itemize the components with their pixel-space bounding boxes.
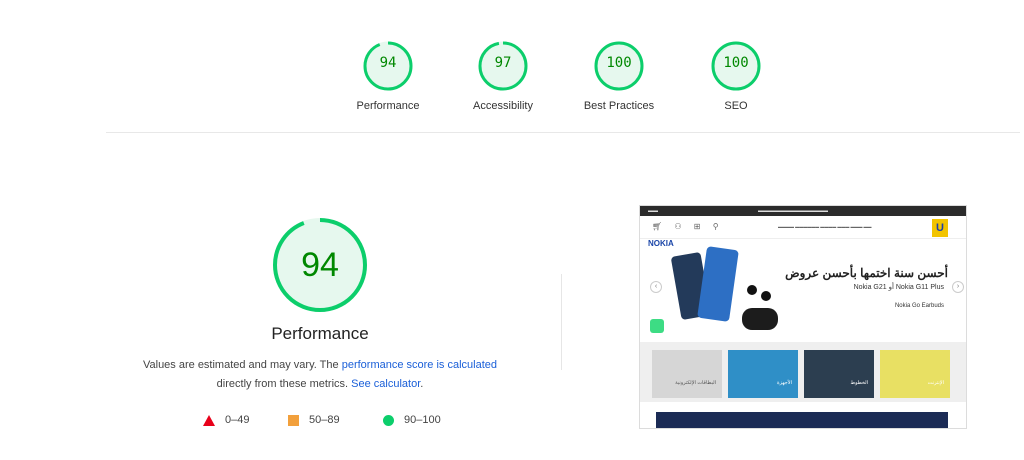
gauge-label: Best Practices	[583, 100, 655, 112]
gauge-label: Performance	[356, 100, 420, 112]
performance-gauge-large: 94	[271, 216, 369, 319]
thumb-logo: U	[932, 219, 948, 237]
cart-icon: 🛒︎ ⚇ ⊞ ⚲	[652, 222, 724, 231]
red-triangle-icon	[203, 414, 215, 426]
legend-range: 0–49	[225, 414, 250, 426]
see-calculator-link[interactable]: See calculator	[351, 378, 420, 390]
legend-range: 90–100	[404, 414, 441, 426]
gauge-seo[interactable]: 100 SEO	[681, 40, 791, 112]
thumb-topbar: ▬▬ ▬▬▬▬▬▬▬▬▬▬▬▬▬▬	[640, 206, 966, 216]
gauge-best-practices[interactable]: 100 Best Practices	[564, 40, 674, 112]
android-icon	[650, 319, 664, 333]
thumb-topbar-text: ▬▬	[648, 208, 658, 214]
green-circle-icon	[383, 414, 394, 426]
carousel-prev-button[interactable]: ‹	[650, 281, 662, 293]
thumb-hero-subtitle: Nokia Go Earbuds	[894, 303, 944, 309]
gauge-score: 100	[723, 55, 749, 71]
final-screenshot-thumbnail: ▬▬ ▬▬▬▬▬▬▬▬▬▬▬▬▬▬ 🛒︎ ⚇ ⊞ ⚲ ▬▬▬▬ ▬▬▬▬▬▬ ▬…	[639, 205, 967, 429]
thumb-navbar: 🛒︎ ⚇ ⊞ ⚲ ▬▬▬▬ ▬▬▬▬▬▬ ▬▬▬▬ ▬▬▬ ▬▬▬ ▬▬ U	[640, 216, 966, 239]
thumb-topbar-text: ▬▬▬▬▬▬▬▬▬▬▬▬▬▬	[758, 208, 828, 214]
legend-fail: 0–49	[203, 414, 249, 426]
legend-average: 50–89	[288, 414, 340, 426]
category-gauges: 94 Performance 97 Accessibility 100 Best…	[0, 40, 1024, 120]
thumb-hero-title: أحسن سنة اختمها بأحسن عروض	[785, 266, 948, 280]
thumb-category-tile: الخطوط	[804, 350, 874, 398]
description-text: directly from these metrics.	[216, 378, 352, 390]
performance-score: 94	[301, 246, 339, 284]
thumb-categories: الإنترنت الخطوط الأجهزة البطاقات الإلكتر…	[640, 342, 966, 402]
phones-image	[671, 246, 778, 330]
gauge-score: 100	[606, 55, 632, 71]
legend-range: 50–89	[309, 414, 340, 426]
description-text: .	[420, 378, 424, 390]
vertical-separator	[561, 274, 562, 370]
gauge-label: SEO	[724, 100, 748, 112]
thumb-category-tile: الأجهزة	[728, 350, 798, 398]
performance-score-link[interactable]: performance score is calculated	[342, 359, 497, 371]
gauge-label: Accessibility	[473, 100, 533, 112]
carousel-next-button[interactable]: ›	[952, 281, 964, 293]
orange-square-icon	[288, 414, 299, 426]
description-text: Values are estimated and may vary. The	[142, 359, 342, 371]
section-divider	[106, 132, 1020, 133]
gauge-score: 94	[379, 55, 397, 71]
score-description: Values are estimated and may vary. The p…	[120, 356, 520, 394]
thumb-banner	[656, 412, 948, 428]
legend-pass: 90–100	[383, 414, 441, 426]
performance-title: Performance	[271, 324, 369, 343]
thumb-category-tile: الإنترنت	[880, 350, 950, 398]
thumb-category-tile: البطاقات الإلكترونية	[652, 350, 722, 398]
gauge-score: 97	[494, 55, 512, 71]
gauge-performance[interactable]: 94 Performance	[333, 40, 443, 112]
thumb-hero-subtitle: Nokia G11 Plus أو Nokia G21	[853, 284, 944, 291]
thumb-nav-links: ▬▬▬▬ ▬▬▬▬▬▬ ▬▬▬▬ ▬▬▬ ▬▬▬ ▬▬	[778, 224, 872, 229]
gauge-accessibility[interactable]: 97 Accessibility	[448, 40, 558, 112]
